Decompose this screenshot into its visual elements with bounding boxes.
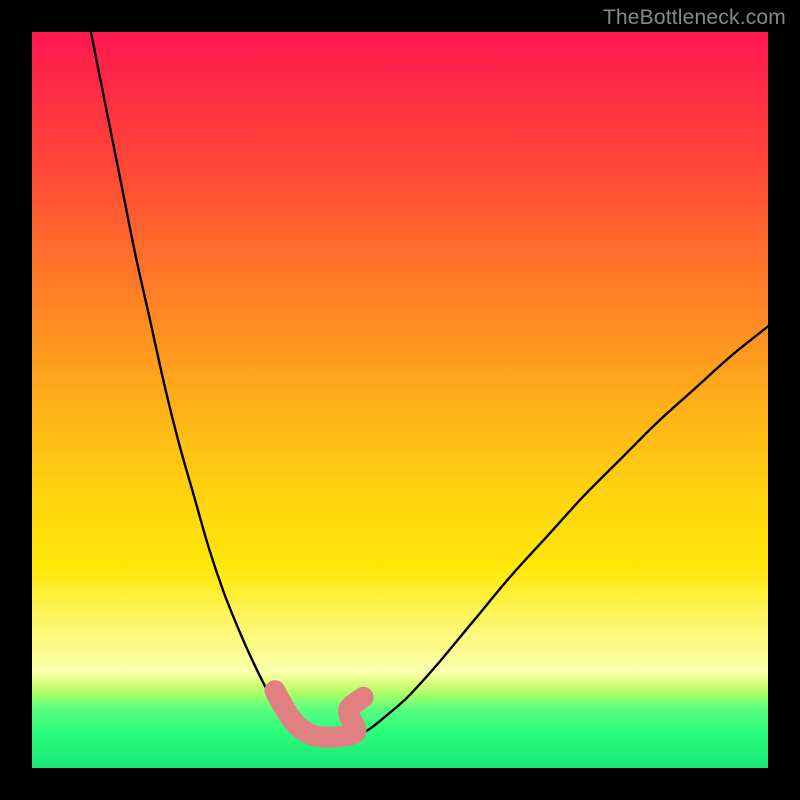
plot-area (32, 32, 768, 768)
curve-left-path (91, 32, 312, 737)
chart-frame: TheBottleneck.com (0, 0, 800, 800)
curve-right-path (356, 326, 768, 737)
marker-blob-path (275, 691, 363, 738)
watermark-text: TheBottleneck.com (603, 6, 786, 30)
curve-layer (32, 32, 768, 768)
